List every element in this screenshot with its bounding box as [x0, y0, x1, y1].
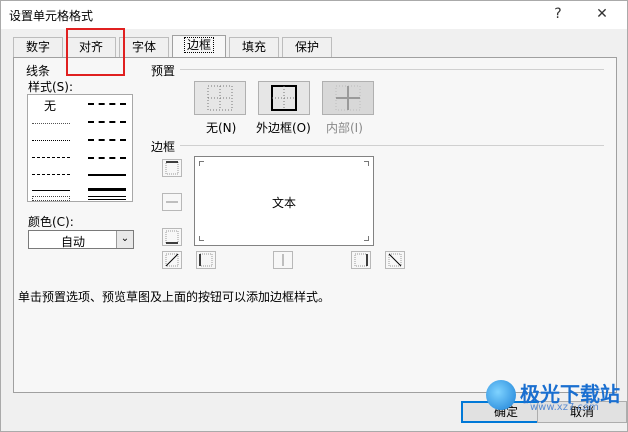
line-style-slanted-dash-dot[interactable]: [88, 121, 126, 123]
border-bottom-button[interactable]: [162, 228, 182, 246]
line-style-thin[interactable]: [32, 190, 70, 191]
style-label: 样式(S):: [28, 80, 74, 94]
dialog-title: 设置单元格格式: [9, 9, 94, 23]
corner-mark: [199, 161, 204, 166]
tab-fill[interactable]: 填充: [229, 37, 279, 57]
border-inside-horizontal-icon: [166, 201, 178, 203]
color-label: 颜色(C):: [28, 215, 74, 229]
border-inside-icon: [335, 85, 361, 111]
format-cells-dialog: 设置单元格格式 ? ✕ 数字 对齐 字体 边框 填充 保护 线条 样式(S): …: [0, 0, 628, 432]
border-middle-vertical-button[interactable]: [273, 251, 293, 269]
border-none-icon: [207, 85, 233, 111]
presets-section-label: 预置: [151, 64, 176, 78]
line-style-dash-dot-dot[interactable]: [32, 157, 70, 158]
tab-protection[interactable]: 保护: [282, 37, 332, 57]
close-button[interactable]: ✕: [589, 3, 615, 25]
border-divider: [180, 145, 604, 146]
line-section-label: 线条: [26, 64, 51, 78]
color-dropdown[interactable]: 自动 ⌄: [28, 230, 134, 249]
preset-none-button[interactable]: [194, 81, 246, 115]
border-diagonal-up-button[interactable]: [162, 251, 182, 269]
tab-label: 填充: [241, 40, 266, 54]
presets-divider: [180, 69, 604, 70]
corner-mark: [364, 161, 369, 166]
corner-mark: [364, 236, 369, 241]
line-style-dotted[interactable]: [32, 140, 70, 141]
tab-number[interactable]: 数字: [13, 37, 63, 57]
line-style-selected-box[interactable]: [32, 196, 70, 201]
line-style-list[interactable]: 无: [27, 94, 133, 202]
preset-none-label: 无(N): [206, 121, 237, 135]
border-left-icon: [199, 253, 213, 267]
border-left-button[interactable]: [196, 251, 216, 269]
corner-mark: [199, 236, 204, 241]
tab-font[interactable]: 字体: [119, 37, 169, 57]
preset-inside-button[interactable]: [322, 81, 374, 115]
tab-label: 保护: [294, 40, 319, 54]
line-style-none[interactable]: 无: [44, 97, 56, 114]
border-diagonal-down-button[interactable]: [385, 251, 405, 269]
tab-label: 边框: [183, 37, 215, 53]
border-right-button[interactable]: [351, 251, 371, 269]
line-style-hairline[interactable]: [32, 123, 70, 124]
color-value: 自动: [60, 235, 85, 249]
line-style-medium-dash-dot-dot[interactable]: [88, 103, 126, 105]
border-bottom-icon: [165, 230, 179, 244]
border-preview[interactable]: 文本: [194, 156, 374, 246]
diagonal-up-icon: [165, 253, 179, 267]
diagonal-down-icon: [388, 253, 402, 267]
line-style-medium[interactable]: [88, 174, 126, 176]
line-style-medium-dash-dot[interactable]: [88, 139, 126, 141]
tab-border[interactable]: 边框: [172, 35, 226, 58]
line-style-dash-dot[interactable]: [32, 174, 70, 175]
watermark-url: www.xz7.com: [530, 402, 599, 413]
tab-label: 字体: [131, 40, 156, 54]
line-style-medium-dashed[interactable]: [88, 157, 126, 159]
border-top-icon: [165, 161, 179, 175]
watermark: 极光下载站 www.xz7.com: [486, 378, 626, 413]
border-middle-horizontal-button[interactable]: [162, 193, 182, 211]
tab-label: 数字: [25, 40, 50, 54]
border-outline-icon: [271, 85, 297, 111]
title-bar: 设置单元格格式 ? ✕: [1, 1, 627, 29]
help-button[interactable]: ?: [545, 3, 571, 25]
preview-text: 文本: [271, 196, 296, 210]
highlight-box: [66, 28, 125, 76]
border-right-icon: [354, 253, 368, 267]
preset-inside-label: 内部(I): [326, 121, 363, 135]
hint-text: 单击预置选项、预览草图及上面的按钮可以添加边框样式。: [18, 290, 331, 304]
watermark-logo-icon: [486, 380, 516, 410]
border-top-button[interactable]: [162, 159, 182, 177]
chevron-down-icon[interactable]: ⌄: [116, 231, 133, 248]
preset-outline-button[interactable]: [258, 81, 310, 115]
border-tab-panel: 线条 样式(S): 无 颜色(C): 自动 ⌄ 预置 无(N) 外边框(O) 内…: [13, 57, 617, 393]
border-inside-vertical-icon: [282, 254, 284, 266]
border-section-label: 边框: [151, 140, 176, 154]
preset-outline-label: 外边框(O): [256, 121, 311, 135]
line-style-thick[interactable]: [88, 188, 126, 191]
line-style-double[interactable]: [88, 196, 126, 200]
